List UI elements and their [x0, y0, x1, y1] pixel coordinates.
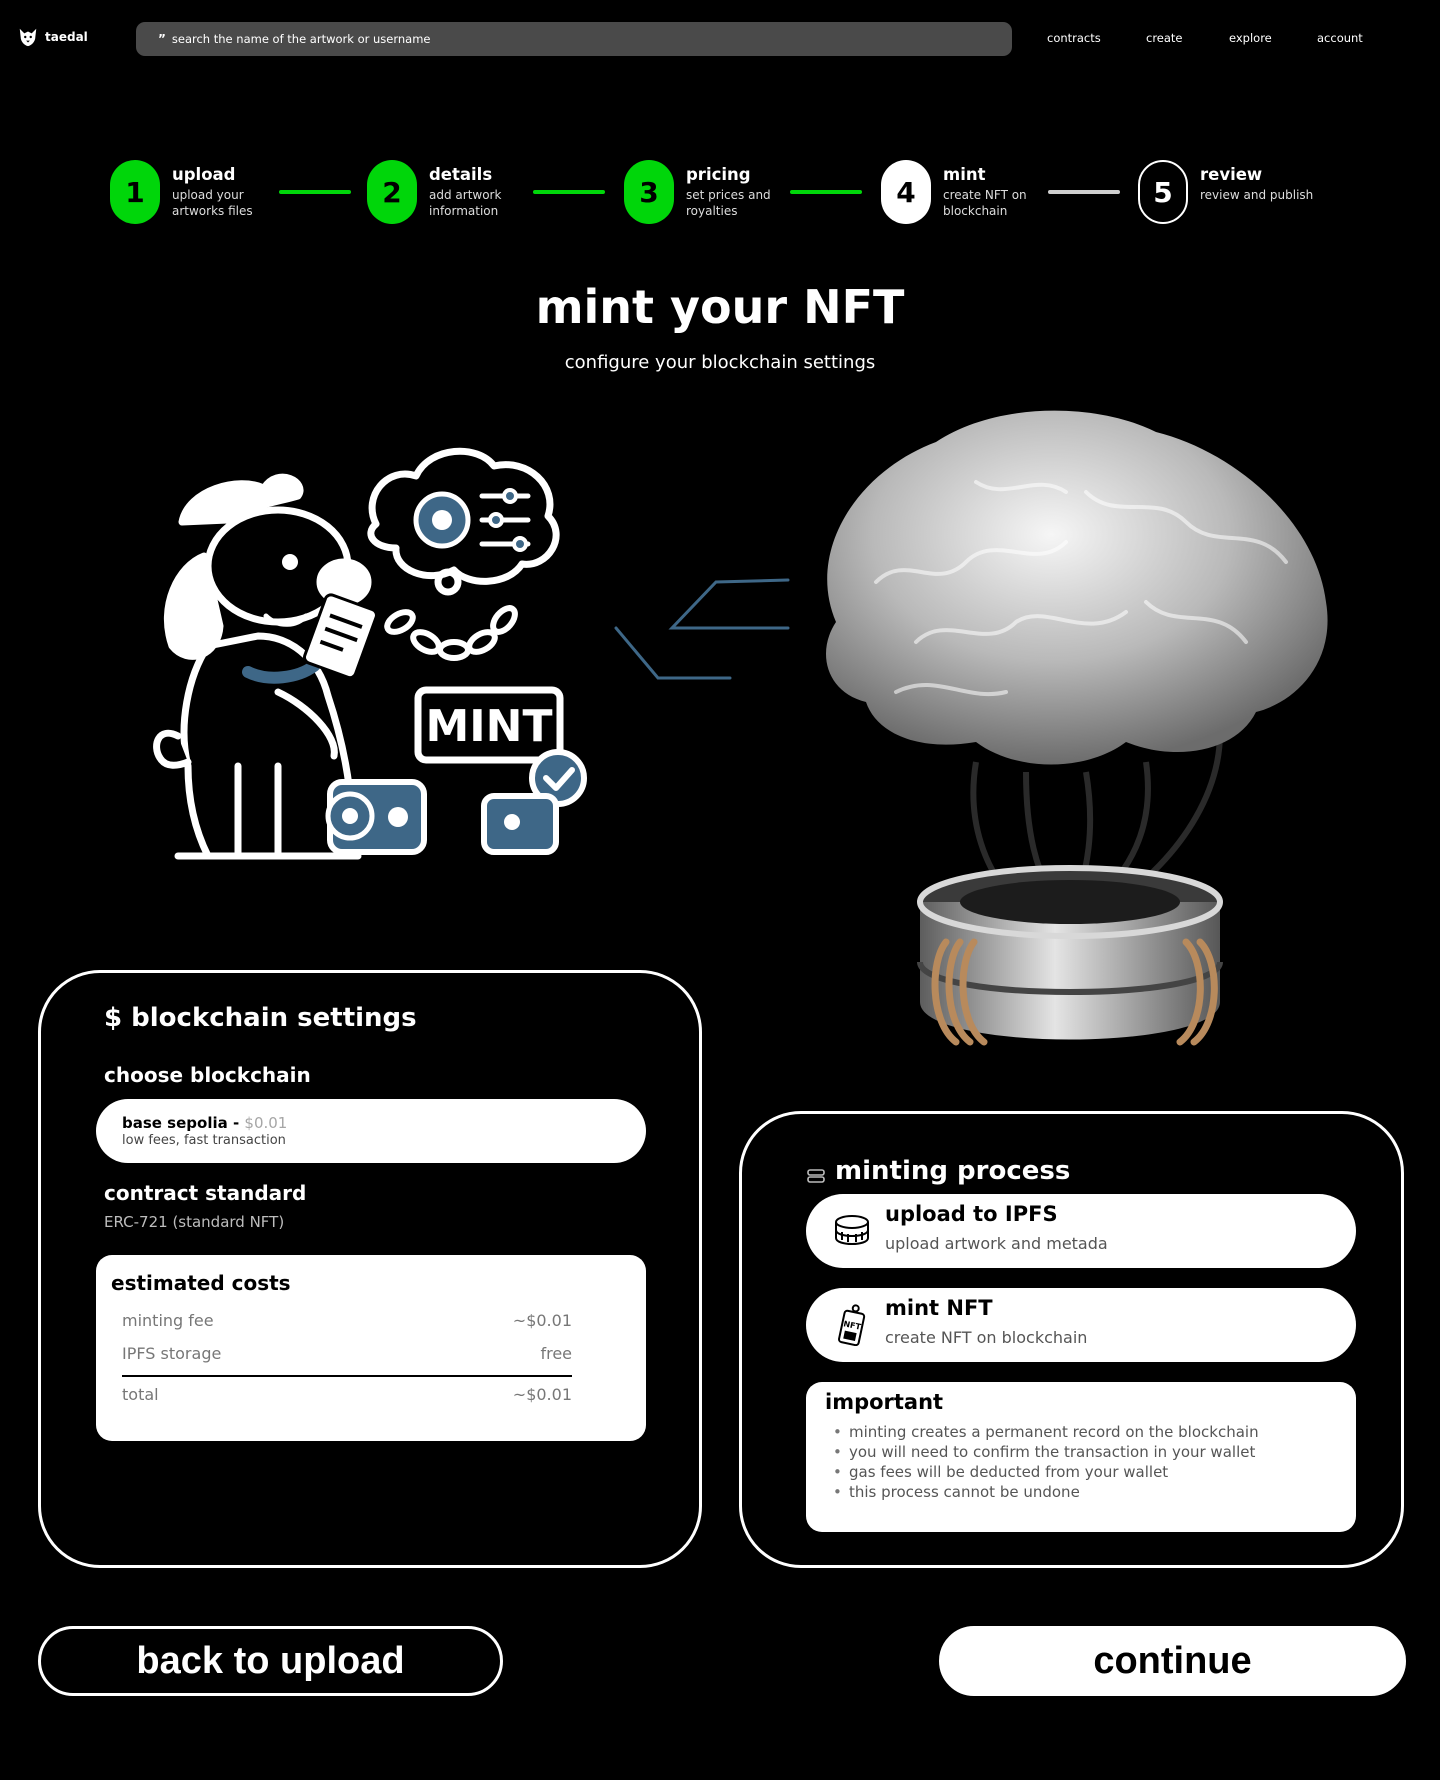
minting-process-heading: minting process: [835, 1156, 1071, 1186]
step-title: review: [1200, 165, 1263, 184]
wolf-head-icon: [19, 28, 37, 47]
top-nav: taedal ” search the name of the artwork …: [0, 0, 1440, 80]
blockchain-settings-heading: $ blockchain settings: [104, 1003, 417, 1033]
step-review[interactable]: 5 review review and publish: [1138, 160, 1340, 224]
step-number-4: 4: [881, 160, 931, 224]
process-step-desc: create NFT on blockchain: [885, 1328, 1088, 1347]
back-to-upload-button[interactable]: back to upload: [38, 1626, 503, 1696]
step-connector: [1048, 190, 1120, 194]
estimated-costs-card: estimated costs minting fee ~$0.01 IPFS …: [96, 1255, 646, 1441]
step-mint[interactable]: 4 mint create NFT on blockchain: [881, 160, 1043, 224]
step-title: upload: [172, 165, 236, 184]
process-step-upload-ipfs: upload to IPFS upload artwork and metada: [806, 1194, 1356, 1268]
nav-link-explore[interactable]: explore: [1229, 31, 1272, 45]
step-connector: [279, 190, 351, 194]
step-desc: add artwork information: [429, 188, 502, 218]
important-point: minting creates a permanent record on th…: [833, 1422, 1259, 1442]
storage-disk-icon: [835, 1215, 869, 1245]
step-number-2: 2: [367, 160, 417, 224]
step-number-5: 5: [1138, 160, 1188, 224]
step-title: pricing: [686, 165, 751, 184]
estimated-costs-title: estimated costs: [111, 1271, 291, 1295]
cost-value-ipfs-storage: free: [540, 1344, 572, 1363]
glass-brain-illustration: [826, 410, 1328, 1046]
step-desc: review and publish: [1200, 188, 1314, 202]
step-number-3: 3: [624, 160, 674, 224]
svg-text:NFT: NFT: [843, 1319, 863, 1332]
important-notice-card: important minting creates a permanent re…: [806, 1382, 1356, 1532]
blockchain-select[interactable]: base sepolia - $0.01 low fees, fast tran…: [96, 1099, 646, 1163]
search-input-placeholder[interactable]: search the name of the artwork or userna…: [172, 32, 431, 46]
step-desc: create NFT on blockchain: [943, 188, 1027, 218]
step-upload[interactable]: 1 upload upload your artworks files: [110, 160, 272, 224]
search-icon: ”: [158, 32, 166, 46]
step-number-1: 1: [110, 160, 160, 224]
brand-logo[interactable]: taedal: [17, 26, 88, 48]
nav-link-account[interactable]: account: [1317, 31, 1363, 45]
step-connector: [533, 190, 605, 194]
contract-standard-value: ERC-721 (standard NFT): [104, 1213, 285, 1231]
mint-badge-label: MINT: [426, 701, 553, 752]
chain-separator: -: [227, 1114, 245, 1132]
step-connector: [790, 190, 862, 194]
step-title: details: [429, 165, 493, 184]
step-details[interactable]: 2 details add artwork information: [367, 160, 529, 224]
nav-link-contracts[interactable]: contracts: [1047, 31, 1101, 45]
process-step-title: mint NFT: [885, 1296, 993, 1320]
important-point: gas fees will be deducted from your wall…: [833, 1462, 1259, 1482]
cost-label-minting-fee: minting fee: [122, 1311, 214, 1330]
process-step-title: upload to IPFS: [885, 1202, 1058, 1226]
cost-value-total: ~$0.01: [512, 1385, 572, 1404]
server-stack-icon: [807, 1169, 825, 1183]
choose-blockchain-label: choose blockchain: [104, 1063, 311, 1087]
process-step-mint-nft: NFT mint NFT create NFT on blockchain: [806, 1288, 1356, 1362]
minting-process-panel: minting process upload to IPFS upload ar…: [739, 1111, 1404, 1568]
page-title: mint your NFT: [535, 280, 905, 334]
chain-name: base sepolia: [122, 1114, 228, 1132]
cost-divider: [122, 1375, 572, 1377]
cost-label-total: total: [122, 1385, 159, 1404]
step-pricing[interactable]: 3 pricing set prices and royalties: [624, 160, 786, 224]
important-title: important: [825, 1390, 944, 1414]
process-step-desc: upload artwork and metada: [885, 1234, 1108, 1253]
brand-name: taedal: [45, 30, 88, 44]
cost-label-ipfs-storage: IPFS storage: [122, 1344, 222, 1363]
nft-tag-icon: NFT: [838, 1304, 866, 1346]
continue-button[interactable]: continue: [939, 1626, 1406, 1696]
chain-description: low fees, fast transaction: [122, 1133, 286, 1148]
important-point: you will need to confirm the transaction…: [833, 1442, 1259, 1462]
cost-value-minting-fee: ~$0.01: [512, 1311, 572, 1330]
search-bar[interactable]: ” search the name of the artwork or user…: [136, 22, 1012, 56]
chain-price: $0.01: [244, 1114, 288, 1132]
important-list: minting creates a permanent record on th…: [833, 1422, 1259, 1502]
step-desc: set prices and royalties: [686, 188, 771, 218]
nav-link-create[interactable]: create: [1146, 31, 1183, 45]
dog-artist-illustration: MINT: [153, 447, 587, 860]
step-desc: upload your artworks files: [172, 188, 253, 218]
step-title: mint: [943, 165, 986, 184]
blockchain-settings-panel: $ blockchain settings choose blockchain …: [38, 970, 702, 1568]
page-subtitle: configure your blockchain settings: [564, 352, 876, 373]
contract-standard-label: contract standard: [104, 1181, 307, 1205]
important-point: this process cannot be undone: [833, 1482, 1259, 1502]
connector-arrow-illustration: [614, 578, 790, 680]
